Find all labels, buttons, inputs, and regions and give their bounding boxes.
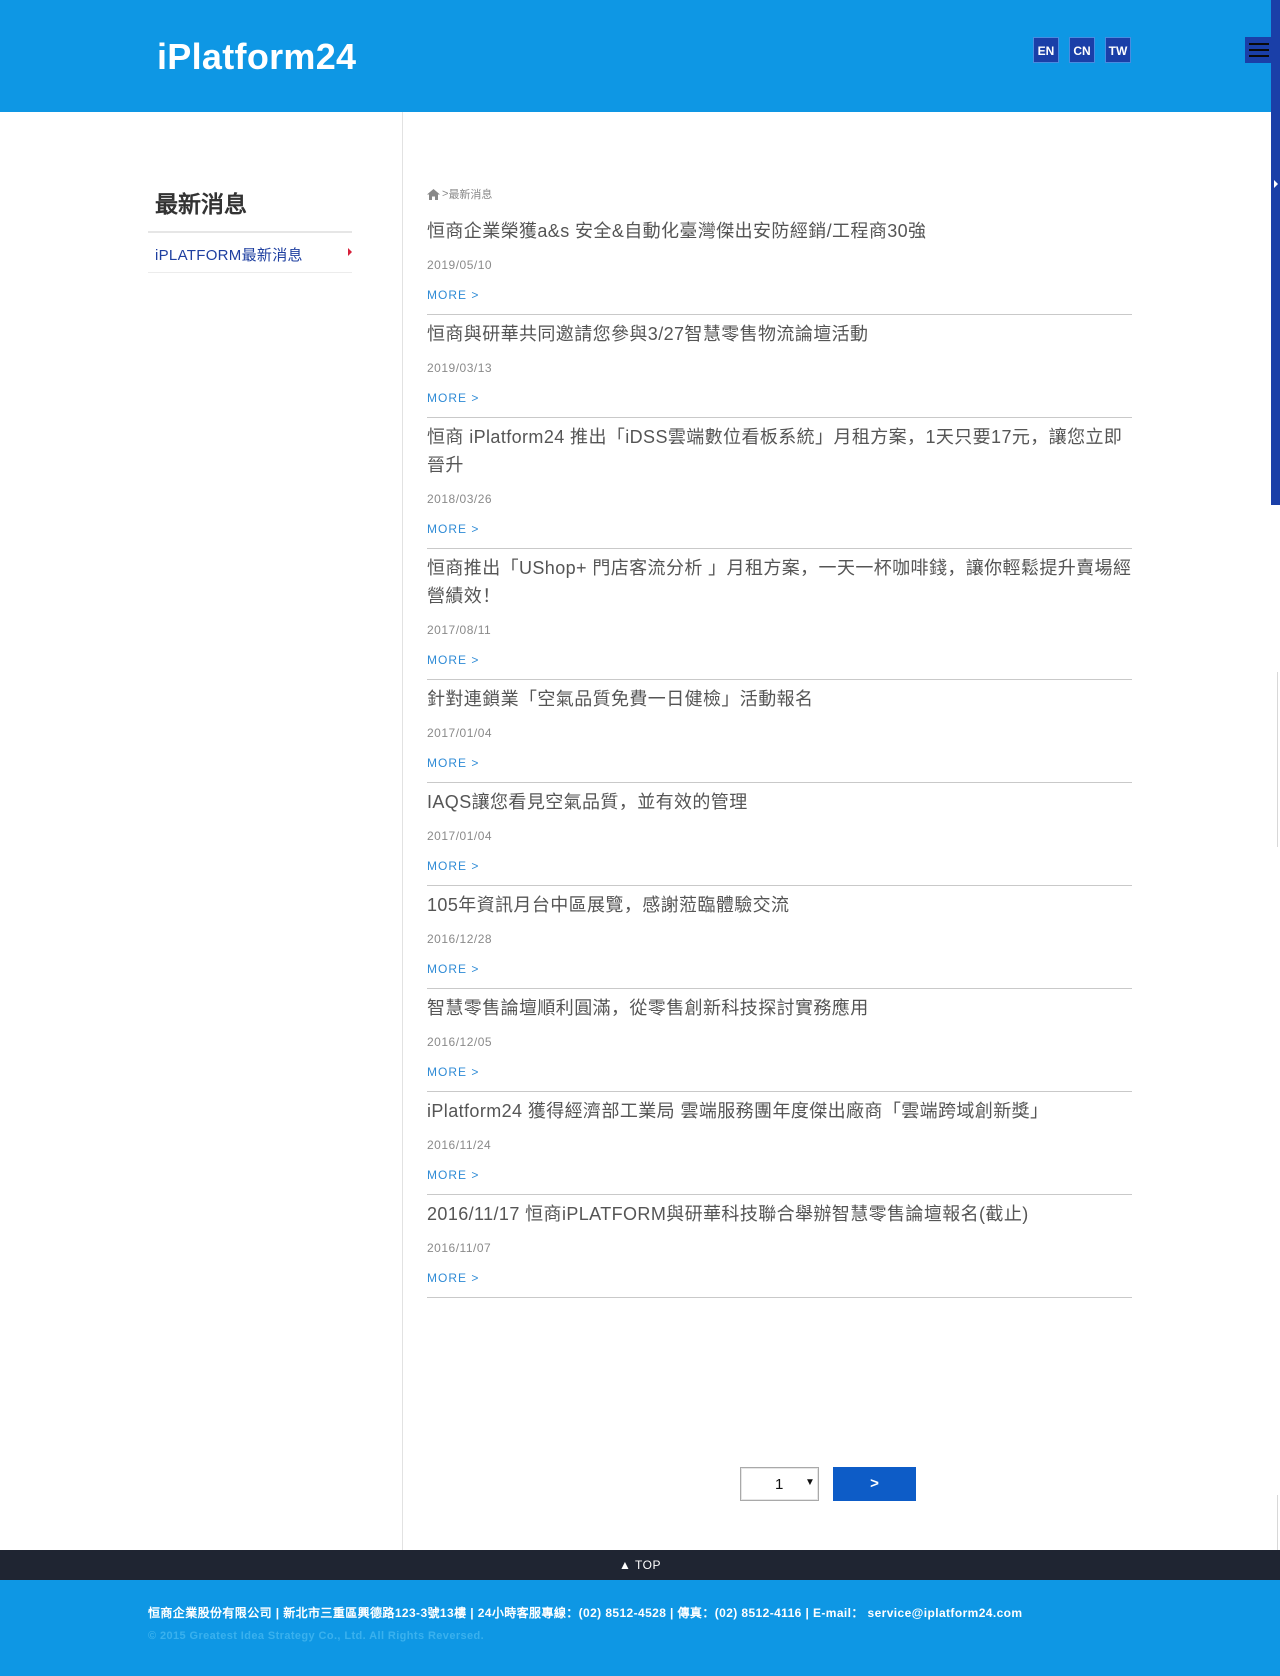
news-title[interactable]: 恒商推出「UShop+ 門店客流分析 」月租方案，一天一杯咖啡錢，讓你輕鬆提升賣… — [427, 554, 1132, 610]
site-footer: 恒商企業股份有限公司 | 新北市三重區興德路123-3號13樓 | 24小時客服… — [0, 1580, 1280, 1676]
news-item: 2016/11/17 恒商iPLATFORM與研華科技聯合舉辦智慧零售論壇報名(… — [427, 1195, 1132, 1298]
news-date: 2017/01/04 — [427, 726, 493, 740]
more-link[interactable]: MORE > — [427, 288, 1132, 302]
news-date: 2016/11/07 — [427, 1241, 492, 1255]
news-date: 2016/12/05 — [427, 1035, 493, 1049]
news-date: 2017/08/11 — [427, 623, 492, 637]
more-link[interactable]: MORE > — [427, 1271, 1132, 1285]
news-item: IAQS讓您看見空氣品質，並有效的管理 2017/01/04 MORE > — [427, 783, 1132, 886]
more-link[interactable]: MORE > — [427, 1065, 1132, 1079]
site-header: iPlatform24 EN CN TW — [0, 0, 1280, 112]
site-logo[interactable]: iPlatform24 — [157, 36, 356, 78]
more-link[interactable]: MORE > — [427, 653, 1132, 667]
caret-right-icon — [348, 248, 352, 256]
breadcrumb-current: 最新消息 — [448, 189, 493, 201]
more-link[interactable]: MORE > — [427, 391, 1132, 405]
footer-contact-info: 恒商企業股份有限公司 | 新北市三重區興德路123-3號13樓 | 24小時客服… — [148, 1606, 1023, 1620]
news-item: iPlatform24 獲得經濟部工業局 雲端服務團年度傑出廠商「雲端跨域創新獎… — [427, 1092, 1132, 1195]
news-date: 2018/03/26 — [427, 492, 493, 506]
news-item: 105年資訊月台中區展覽，感謝蒞臨體驗交流 2016/12/28 MORE > — [427, 886, 1132, 989]
news-date: 2016/12/28 — [427, 932, 493, 946]
news-date: 2019/05/10 — [427, 258, 493, 272]
more-link[interactable]: MORE > — [427, 962, 1132, 976]
sidebar-item-iplatform-news[interactable]: iPLATFORM最新消息 — [148, 233, 352, 273]
more-link[interactable]: MORE > — [427, 522, 1132, 536]
lang-cn-button[interactable]: CN — [1069, 37, 1095, 63]
home-icon[interactable] — [427, 188, 440, 200]
sidebar-divider — [402, 112, 403, 1550]
back-to-top-button[interactable]: ▲ TOP — [0, 1550, 1280, 1580]
news-date: 2017/01/04 — [427, 829, 493, 843]
more-link[interactable]: MORE > — [427, 756, 1132, 770]
news-date: 2019/03/13 — [427, 361, 493, 375]
lang-tw-button[interactable]: TW — [1105, 37, 1131, 63]
news-title[interactable]: 恒商與研華共同邀請您參與3/27智慧零售物流論壇活動 — [427, 320, 1132, 348]
news-title[interactable]: 恒商 iPlatform24 推出「iDSS雲端數位看板系統」月租方案，1天只要… — [427, 423, 1132, 479]
page-select[interactable]: 1 ▼ — [740, 1467, 819, 1501]
scrollbar[interactable] — [1271, 0, 1280, 505]
next-page-button[interactable]: > — [833, 1467, 916, 1501]
news-item: 恒商推出「UShop+ 門店客流分析 」月租方案，一天一杯咖啡錢，讓你輕鬆提升賣… — [427, 549, 1132, 680]
news-title[interactable]: 恒商企業榮獲a&s 安全&自動化臺灣傑出安防經銷/工程商30強 — [427, 217, 1132, 245]
footer-copyright: © 2015 Greatest Idea Strategy Co., Ltd. … — [148, 1630, 485, 1642]
news-item: 針對連鎖業「空氣品質免費一日健檢」活動報名 2017/01/04 MORE > — [427, 680, 1132, 783]
news-title[interactable]: IAQS讓您看見空氣品質，並有效的管理 — [427, 788, 1132, 816]
news-list: 恒商企業榮獲a&s 安全&自動化臺灣傑出安防經銷/工程商30強 2019/05/… — [427, 212, 1132, 1298]
menu-icon[interactable] — [1245, 37, 1273, 63]
news-title[interactable]: 針對連鎖業「空氣品質免費一日健檢」活動報名 — [427, 685, 1132, 713]
news-item: 智慧零售論壇順利圓滿，從零售創新科技探討實務應用 2016/12/05 MORE… — [427, 989, 1132, 1092]
scroll-track — [1277, 672, 1278, 847]
dropdown-caret-icon: ▼ — [805, 1477, 815, 1488]
news-item: 恒商與研華共同邀請您參與3/27智慧零售物流論壇活動 2019/03/13 MO… — [427, 315, 1132, 418]
news-title[interactable]: 105年資訊月台中區展覽，感謝蒞臨體驗交流 — [427, 891, 1132, 919]
sidebar-title: 最新消息 — [155, 191, 247, 217]
news-item: 恒商 iPlatform24 推出「iDSS雲端數位看板系統」月租方案，1天只要… — [427, 418, 1132, 549]
news-item: 恒商企業榮獲a&s 安全&自動化臺灣傑出安防經銷/工程商30強 2019/05/… — [427, 212, 1132, 315]
news-title[interactable]: iPlatform24 獲得經濟部工業局 雲端服務團年度傑出廠商「雲端跨域創新獎… — [427, 1097, 1132, 1125]
more-link[interactable]: MORE > — [427, 859, 1132, 873]
news-title[interactable]: 2016/11/17 恒商iPLATFORM與研華科技聯合舉辦智慧零售論壇報名(… — [427, 1200, 1132, 1228]
page-select-value: 1 — [775, 1476, 784, 1493]
scroll-arrow-icon[interactable] — [1274, 180, 1278, 188]
news-title[interactable]: 智慧零售論壇順利圓滿，從零售創新科技探討實務應用 — [427, 994, 1132, 1022]
more-link[interactable]: MORE > — [427, 1168, 1132, 1182]
news-date: 2016/11/24 — [427, 1138, 492, 1152]
lang-en-button[interactable]: EN — [1033, 37, 1059, 63]
sidebar-item-label: iPLATFORM最新消息 — [155, 247, 303, 264]
breadcrumb: > 最新消息 — [427, 186, 492, 202]
